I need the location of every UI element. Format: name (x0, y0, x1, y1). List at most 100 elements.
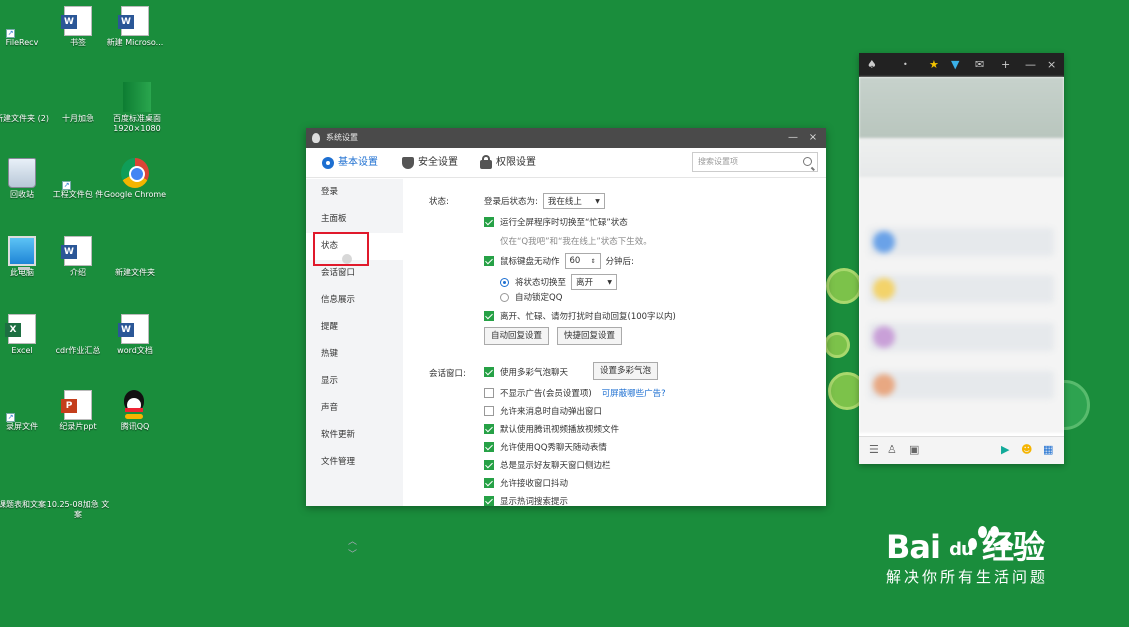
tab-basic-settings[interactable]: 基本设置 (322, 148, 378, 178)
annotation-highlight-box (313, 232, 369, 266)
bubble-row[interactable]: 使用多彩气泡聊天 (484, 366, 568, 378)
popup-checkbox[interactable] (484, 406, 494, 416)
switch-status-row: 将状态切换至 离开 ▼ (500, 274, 622, 290)
stepper-arrows-icon[interactable]: ⇕ (590, 258, 595, 265)
sidebar-item-info-display[interactable]: 信息展示 (306, 287, 403, 314)
busy-fullscreen-checkbox[interactable] (484, 217, 494, 227)
desktop-icon-word-2[interactable]: W 新建 Microso... (103, 6, 167, 48)
mouse-cursor (342, 254, 352, 264)
search-icon[interactable] (803, 157, 812, 166)
qq-logo-icon (312, 133, 320, 143)
qq-show-row[interactable]: 允许使用QQ秀聊天随动表情 (484, 441, 607, 453)
menu-icon[interactable]: ☰ (869, 443, 879, 456)
tencent-video-checkbox[interactable] (484, 424, 494, 434)
no-ads-checkbox[interactable] (484, 388, 494, 398)
tab-permission-settings[interactable]: 权限设置 (480, 148, 536, 178)
tab-security-settings[interactable]: 安全设置 (402, 148, 458, 178)
desktop-icon-new-folder[interactable]: 新建文件夹 (103, 236, 167, 278)
dot-icon: • (903, 60, 908, 69)
settings-titlebar[interactable]: 系统设置 — × (306, 128, 826, 148)
sidebar-item-file-management[interactable]: 文件管理 (306, 449, 403, 476)
sidebar-item-reminder[interactable]: 提醒 (306, 314, 403, 341)
minimize-icon[interactable]: — (1025, 56, 1036, 74)
desktop-icon-project-files[interactable]: ↗ 工程文件包 件 (46, 158, 110, 200)
no-ads-row[interactable]: 不显示广告(会员设置项) 可屏蔽哪些广告? (484, 387, 666, 399)
image-icon (123, 82, 151, 112)
desktop-icon-word-1[interactable]: W 书签 (46, 6, 110, 48)
popup-row[interactable]: 允许来消息时自动弹出窗口 (484, 405, 602, 417)
desktop-icon-qq[interactable]: 腾讯QQ (103, 390, 167, 432)
desktop-icon-chrome[interactable]: Google Chrome (103, 158, 167, 200)
desktop-icon-cdr[interactable]: cdr作业汇总 (46, 314, 110, 356)
sidebar-item-software-update[interactable]: 软件更新 (306, 422, 403, 449)
idle-checkbox[interactable] (484, 256, 494, 266)
set-bubble-button[interactable]: 设置多彩气泡 (593, 362, 659, 380)
idle-minutes-stepper[interactable]: 60 ⇕ (564, 253, 601, 269)
quick-reply-settings-button[interactable]: 快捷回复设置 (557, 327, 623, 345)
ads-info-link[interactable]: 可屏蔽哪些广告? (602, 387, 666, 399)
auto-reply-settings-button[interactable]: 自动回复设置 (484, 327, 550, 345)
auto-reply-checkbox[interactable] (484, 311, 494, 321)
sidebar-item-display[interactable]: 显示 (306, 368, 403, 395)
contact-row-blurred (869, 228, 1054, 256)
gear-icon (322, 157, 334, 169)
desktop-icon-intro[interactable]: W 介绍 (46, 236, 110, 278)
apps-grid-icon[interactable]: ▦ (1043, 443, 1053, 456)
tencent-video-row[interactable]: 默认使用腾讯视频播放视频文件 (484, 423, 619, 435)
scroll-chevron-icon[interactable]: ︿ ﹀ (348, 534, 357, 560)
side-bar-row[interactable]: 总是显示好友聊天窗口侧边栏 (484, 459, 611, 471)
settings-window[interactable]: 系统设置 — × 基本设置 安全设置 权限设置 搜索设置项 登录 主面板 状态 … (306, 128, 826, 560)
switch-status-select[interactable]: 离开 ▼ (571, 274, 618, 290)
qq-main-panel[interactable]: ♠ • ★ ▼ ✉ + — × ☰ ♙ ▣ ▶ ☻ ▦ (859, 53, 1064, 464)
auto-lock-radio[interactable] (500, 292, 509, 302)
login-status-select[interactable]: 我在线上 ▼ (542, 193, 605, 209)
settings-content: 状态: 登录后状态为: 我在线上 ▼ 运行全屏程序时切换至“忙碌”状态 仅在“Q我… (403, 179, 826, 506)
close-icon[interactable]: × (1047, 56, 1056, 74)
folder-icon: ↗ (62, 181, 71, 190)
desktop-icon-ppt[interactable]: P 纪录片ppt (46, 390, 110, 432)
skin-shirt-icon[interactable]: ▼ (951, 56, 959, 74)
hot-words-checkbox[interactable] (484, 496, 494, 506)
desktop-icon-word-doc[interactable]: W word文档 (103, 314, 167, 356)
folder-icon: ↗ (6, 29, 15, 38)
folder-icon (64, 314, 92, 344)
shake-row[interactable]: 允许接收窗口抖动 (484, 477, 568, 489)
shake-checkbox[interactable] (484, 478, 494, 488)
qq-penguin-icon (121, 390, 149, 420)
sidebar-item-sound[interactable]: 声音 (306, 395, 403, 422)
folder-icon (8, 82, 36, 112)
hot-words-row[interactable]: 显示热词搜索提示 (484, 495, 568, 506)
plus-icon[interactable]: + (1001, 56, 1010, 74)
settings-search-input[interactable]: 搜索设置项 (692, 152, 818, 172)
login-status-row: 登录后状态为: 我在线上 ▼ (484, 193, 610, 209)
minimize-button[interactable]: — (784, 128, 802, 148)
settings-sidebar: 登录 主面板 状态 会话窗口 信息展示 提醒 热键 显示 声音 软件更新 文件管… (306, 179, 403, 560)
idle-row: 鼠标键盘无动作 60 ⇕ 分钟后: (484, 253, 634, 269)
folder-icon: ↗ (6, 413, 15, 422)
side-bar-checkbox[interactable] (484, 460, 494, 470)
star-icon[interactable]: ★ (929, 56, 939, 74)
qq-show-checkbox[interactable] (484, 442, 494, 452)
busy-fullscreen-row[interactable]: 运行全屏程序时切换至“忙碌”状态 (484, 216, 628, 228)
sidebar-item-main-panel[interactable]: 主面板 (306, 206, 403, 233)
mail-icon[interactable]: ✉ (975, 56, 984, 74)
close-button[interactable]: × (804, 128, 822, 148)
chrome-icon (121, 158, 149, 188)
auto-reply-row[interactable]: 离开、忙碌、请勿打扰时自动回复(100字以内) (484, 310, 676, 322)
switch-status-radio[interactable] (500, 277, 509, 287)
desktop-icon-wallpaper[interactable]: 百度标准桌面 1920×1080 (105, 82, 169, 134)
word-icon: W (118, 6, 149, 36)
add-friend-icon[interactable]: ♙ (887, 443, 897, 456)
auto-lock-row[interactable]: 自动锁定QQ (500, 291, 562, 303)
play-icon[interactable]: ▶ (1001, 443, 1009, 456)
app-manager-icon[interactable]: ▣ (909, 443, 919, 456)
folder-icon (64, 468, 92, 498)
sidebar-item-login[interactable]: 登录 (306, 179, 403, 206)
desktop-icon-folder-october[interactable]: 十月加急 (46, 82, 110, 124)
sidebar-item-hotkey[interactable]: 热键 (306, 341, 403, 368)
contact-row-blurred (869, 323, 1054, 351)
bubble-checkbox[interactable] (484, 367, 494, 377)
powerpoint-icon: P (61, 390, 92, 420)
smile-icon[interactable]: ☻ (1021, 443, 1032, 456)
desktop-icon-urgent-copy[interactable]: 10.25-08加急 文案 (46, 468, 110, 520)
